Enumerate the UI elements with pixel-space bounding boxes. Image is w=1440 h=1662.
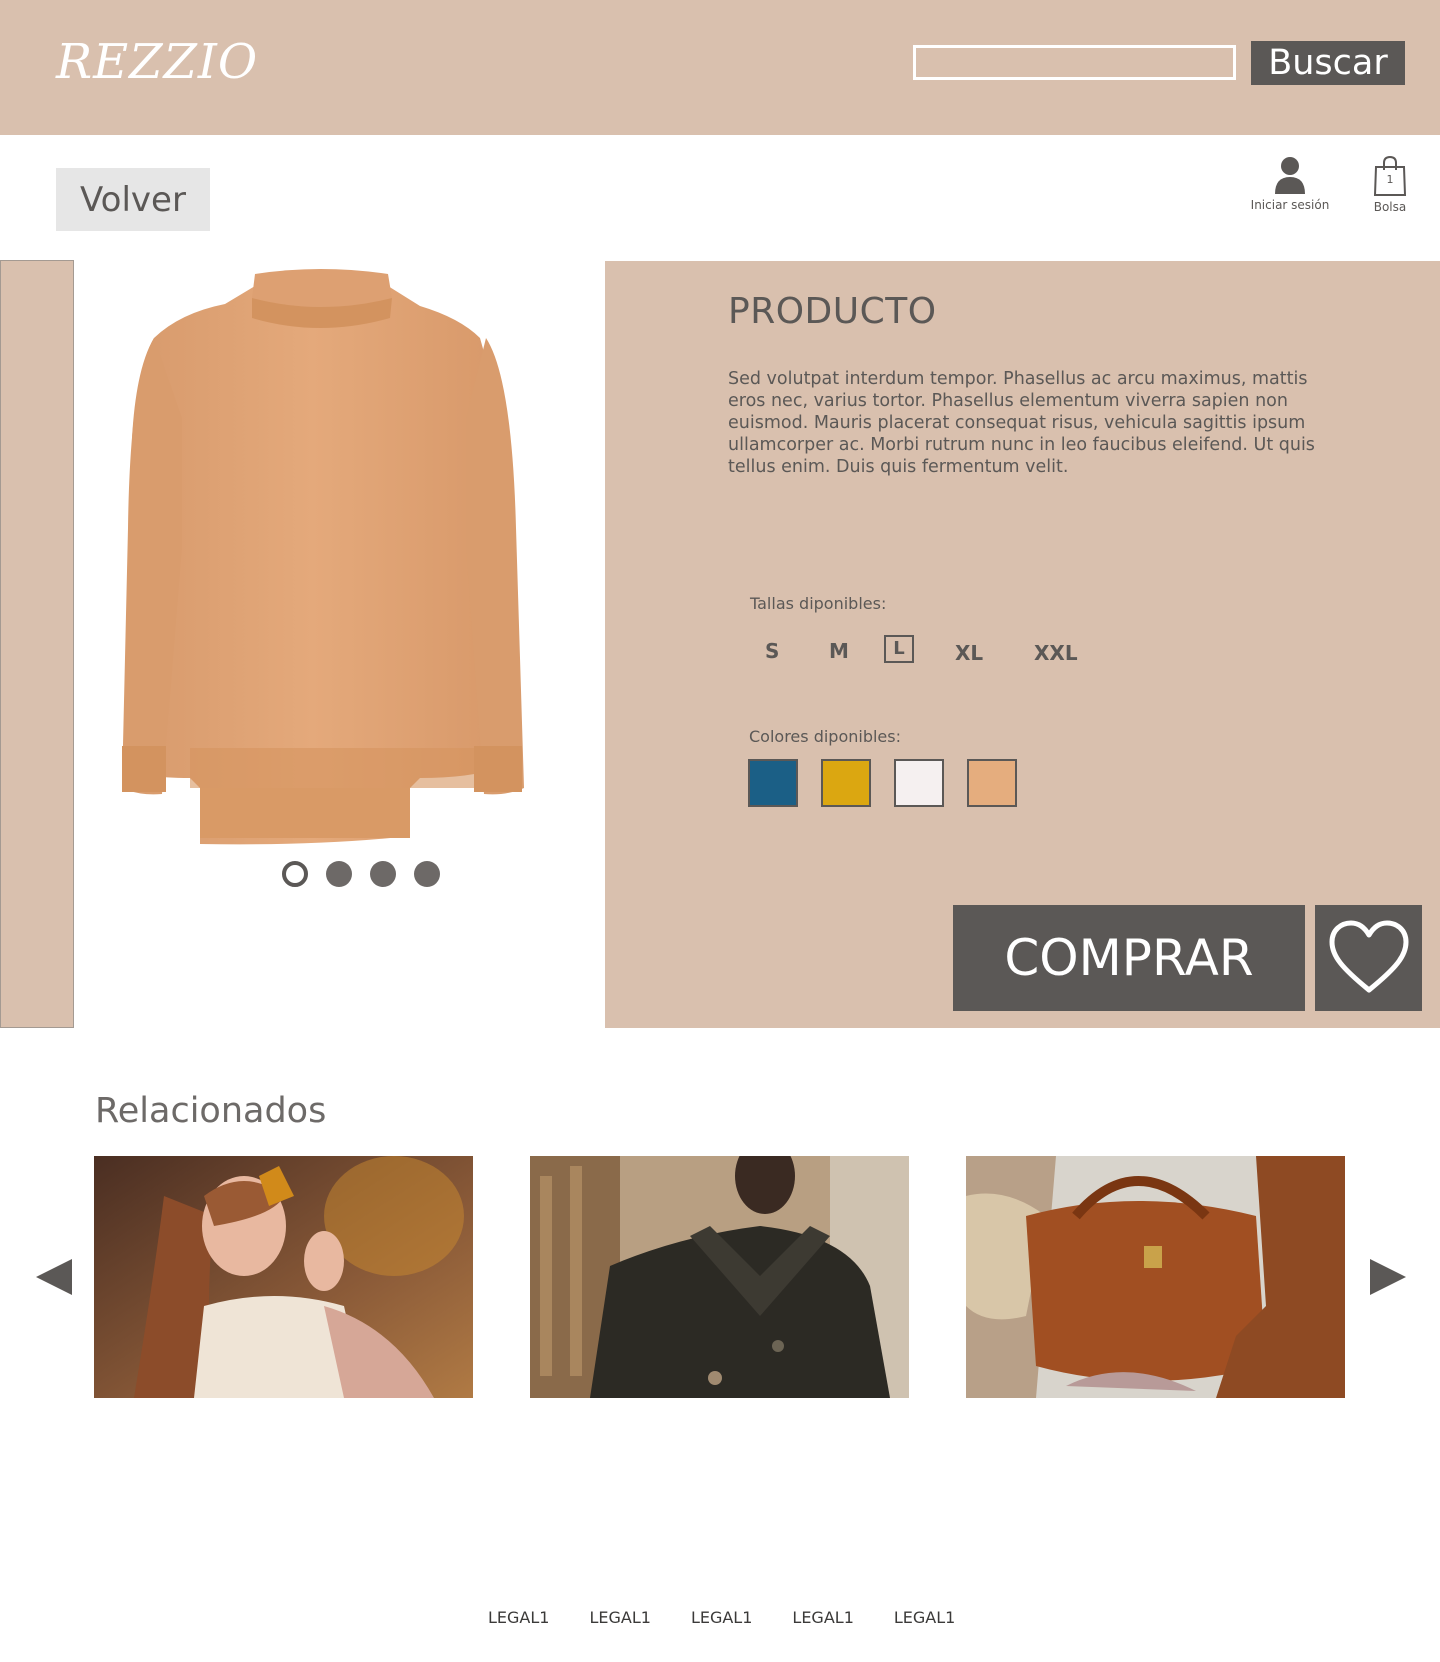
carousel-prev-arrow-icon[interactable] (36, 1257, 76, 1297)
gallery-dot-2[interactable] (326, 861, 352, 887)
favorite-button[interactable] (1315, 905, 1422, 1011)
site-logo[interactable]: REZZIO (56, 34, 258, 90)
footer-link-1[interactable]: LEGAL1 (488, 1608, 549, 1627)
bag-link[interactable]: 1 Bolsa (1370, 155, 1410, 218)
color-swatch-peach[interactable] (967, 759, 1017, 807)
carousel-next-arrow-icon[interactable] (1366, 1257, 1406, 1297)
bag-count: 1 (1386, 173, 1394, 186)
product-info-panel: PRODUCTO Sed volutpat interdum tempor. P… (605, 261, 1440, 1028)
size-option-s[interactable]: S (765, 639, 779, 663)
gallery-pagination (282, 861, 442, 889)
color-swatch-white[interactable] (894, 759, 944, 807)
gallery-side-strip (0, 260, 74, 1028)
site-header: REZZIO Buscar (0, 0, 1440, 135)
footer-link-3[interactable]: LEGAL1 (691, 1608, 752, 1627)
bag-label: Bolsa (1373, 200, 1407, 214)
buy-button[interactable]: COMPRAR (953, 905, 1305, 1011)
related-title: Relacionados (95, 1091, 327, 1131)
size-option-xl[interactable]: XL (955, 641, 983, 665)
login-label: Iniciar sesión (1250, 198, 1330, 212)
footer-link-2[interactable]: LEGAL1 (589, 1608, 650, 1627)
related-item-1[interactable] (94, 1156, 473, 1398)
product-image (120, 268, 558, 852)
search-button[interactable]: Buscar (1251, 41, 1405, 85)
sizes-label: Tallas diponibles: (750, 594, 887, 613)
footer-link-5[interactable]: LEGAL1 (894, 1608, 955, 1627)
product-description: Sed volutpat interdum tempor. Phasellus … (728, 369, 1315, 477)
size-option-m[interactable]: M (829, 639, 849, 663)
color-swatch-blue[interactable] (748, 759, 798, 807)
user-icon (1275, 157, 1305, 194)
related-item-2[interactable] (530, 1156, 909, 1398)
heart-icon (1329, 920, 1408, 993)
search-input[interactable] (913, 45, 1236, 80)
login-link[interactable]: Iniciar sesión (1245, 156, 1335, 218)
related-item-3[interactable] (966, 1156, 1345, 1398)
gallery-dot-1[interactable] (282, 861, 308, 887)
gallery-dot-3[interactable] (370, 861, 396, 887)
gallery-dot-4[interactable] (414, 861, 440, 887)
size-option-xxl[interactable]: XXL (1034, 641, 1078, 665)
colors-label: Colores diponibles: (749, 727, 901, 746)
back-button[interactable]: Volver (56, 168, 210, 231)
footer-links: LEGAL1 LEGAL1 LEGAL1 LEGAL1 LEGAL1 (488, 1608, 955, 1627)
footer-link-4[interactable]: LEGAL1 (792, 1608, 853, 1627)
size-option-l[interactable]: L (884, 635, 914, 663)
product-title: PRODUCTO (728, 291, 937, 332)
color-swatch-mustard[interactable] (821, 759, 871, 807)
